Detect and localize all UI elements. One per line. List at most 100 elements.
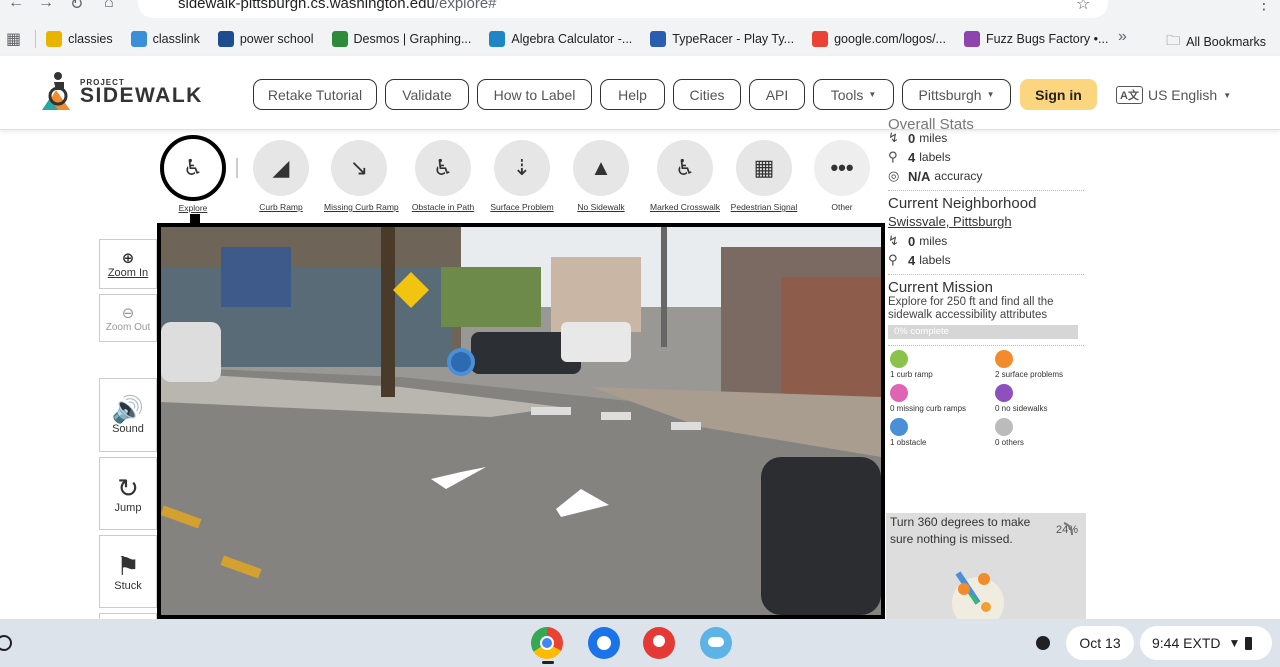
tool-curb-ramp[interactable]: ◢ Curb Ramp xyxy=(246,140,316,212)
jump-button[interactable]: ↻ Jump xyxy=(99,457,157,530)
stuck-button[interactable]: ⚑ Stuck xyxy=(99,535,157,608)
bookmark-label: Fuzz Bugs Factory •... xyxy=(985,32,1109,46)
tool-surface-problem[interactable]: ⇣ Surface Problem xyxy=(487,140,557,212)
speaker-icon: 🔊 xyxy=(111,394,145,424)
chrome-app-icon[interactable] xyxy=(531,627,563,659)
pedestrian-signal-icon: ▦ xyxy=(736,140,792,196)
mission-progress-bar: 0% complete xyxy=(888,325,1078,339)
tool-other[interactable]: ••• Other xyxy=(807,140,877,212)
bookmark-label: Algebra Calculator -... xyxy=(511,32,633,46)
tools-label: Tools xyxy=(830,86,864,103)
neighborhood-name[interactable]: Swissvale, Pittsburgh xyxy=(888,214,1088,229)
status-tray[interactable]: 9:44 EXTD ▼ xyxy=(1140,626,1272,660)
language-selector[interactable]: A文 US English ▼ xyxy=(1116,86,1231,104)
map-pin-icon: ⚲ xyxy=(888,252,898,267)
camera-app-icon[interactable] xyxy=(588,627,620,659)
bookmarks-divider xyxy=(35,30,37,48)
tool-marked-crosswalk[interactable]: ♿ Marked Crosswalk xyxy=(650,140,720,212)
bookmark-label: power school xyxy=(239,32,314,46)
bookmark-item[interactable]: Algebra Calculator -... xyxy=(489,31,632,47)
api-button[interactable]: API xyxy=(749,79,805,110)
stuck-signpost-icon: ⚑ xyxy=(116,550,140,581)
reload-icon[interactable]: ↻ xyxy=(70,0,83,14)
overall-miles-stat: ↯ 0 miles xyxy=(888,130,1088,146)
logo-icon xyxy=(42,72,70,110)
bookmark-favicon-icon xyxy=(489,31,506,47)
count-curb-ramp: 1 curb ramp xyxy=(890,350,933,379)
obstacle-icon: ♿ xyxy=(415,140,471,196)
bookmark-item[interactable]: classlink xyxy=(130,31,200,47)
how-to-label-button[interactable]: How to Label xyxy=(477,79,592,110)
all-bookmarks-label: All Bookmarks xyxy=(1186,35,1266,49)
browser-toolbar: ← → ↻ ⌂ sidewalk-pittsburgh.cs.washingto… xyxy=(0,0,1280,22)
tool-pedestrian-signal-label: Pedestrian Signal xyxy=(730,202,798,212)
obstacle-dot-icon xyxy=(890,418,908,436)
status-dot-icon[interactable] xyxy=(1036,636,1050,650)
help-label: Help xyxy=(618,86,647,103)
bookmark-favicon-icon xyxy=(331,31,348,47)
star-icon[interactable]: ☆ xyxy=(1076,0,1090,14)
paint-app-icon[interactable] xyxy=(643,627,675,659)
tool-no-sidewalk[interactable]: ▲ No Sidewalk xyxy=(566,140,636,212)
bookmark-item[interactable]: Fuzz Bugs Factory •... xyxy=(963,31,1109,47)
no-sidewalk-icon: ▲ xyxy=(573,140,629,196)
tool-pedestrian-signal[interactable]: ▦ Pedestrian Signal xyxy=(729,140,799,212)
surface-problem-dot-icon xyxy=(995,350,1013,368)
marked-crosswalk-icon: ♿ xyxy=(657,140,713,196)
city-dropdown[interactable]: Pittsburgh ▼ xyxy=(902,79,1011,110)
sound-button[interactable]: 🔊 Sound xyxy=(99,378,157,452)
status-panel: Overall Stats ↯ 0 miles ⚲ 4 labels ◎ N/A accur… xyxy=(888,116,1088,460)
cities-button[interactable]: Cities xyxy=(673,79,741,110)
project-sidewalk-logo[interactable]: PROJECT SIDEWALK xyxy=(40,70,203,112)
cities-label: Cities xyxy=(689,86,725,103)
tools-dropdown[interactable]: Tools ▼ xyxy=(813,79,894,110)
all-bookmarks-button[interactable]: 🗀 All Bookmarks xyxy=(1166,30,1266,54)
zoom-in-label: Zoom In xyxy=(107,267,149,279)
weather-app-icon[interactable] xyxy=(700,627,732,659)
sign-in-button[interactable]: Sign in xyxy=(1020,79,1097,110)
tool-obstacle[interactable]: ♿ Obstacle in Path xyxy=(408,140,478,212)
count-surface-problem-text: 2 surface problems xyxy=(995,370,1064,379)
forward-icon[interactable]: → xyxy=(38,0,54,12)
back-icon[interactable]: ← xyxy=(8,0,24,12)
count-missing-curb-ramp: 0 missing curb ramps xyxy=(890,384,966,413)
language-label: US English xyxy=(1147,87,1218,103)
wifi-icon: ▼ xyxy=(1228,636,1241,650)
retake-tutorial-button[interactable]: Retake Tutorial xyxy=(253,79,377,110)
zoom-out-label: Zoom Out xyxy=(105,321,151,333)
date-pill[interactable]: Oct 13 xyxy=(1066,626,1134,660)
overall-accuracy-unit: accuracy xyxy=(934,169,983,183)
bookmark-item[interactable]: Desmos | Graphing... xyxy=(331,31,471,47)
curb-ramp-icon: ◢ xyxy=(253,140,309,196)
bookmark-item[interactable]: power school xyxy=(217,31,314,47)
bookmark-item[interactable]: TypeRacer - Play Ty... xyxy=(650,31,794,47)
overall-labels-unit: labels xyxy=(919,150,951,164)
tool-explore[interactable]: ♿ Explore xyxy=(158,135,228,213)
more-menu-icon[interactable]: ⋮ xyxy=(1256,0,1272,14)
count-others: 0 others xyxy=(995,418,1024,447)
help-button[interactable]: Help xyxy=(600,79,665,110)
bookmark-label: google.com/logos/... xyxy=(834,32,946,46)
city-label: Pittsburgh xyxy=(918,86,982,103)
chevron-right-icon[interactable]: » xyxy=(1118,28,1127,46)
tool-missing-curb-ramp[interactable]: ↘ Missing Curb Ramp xyxy=(324,140,399,212)
zoom-out-button[interactable]: ⊖ Zoom Out xyxy=(99,294,157,342)
time-text: 9:44 EXTD xyxy=(1152,635,1221,651)
street-scene-image xyxy=(161,227,881,615)
tool-obstacle-label: Obstacle in Path xyxy=(411,202,475,212)
validate-button[interactable]: Validate xyxy=(385,79,469,110)
bookmark-item[interactable]: google.com/logos/... xyxy=(812,31,946,47)
count-others-text: 0 others xyxy=(995,438,1024,447)
launcher-icon[interactable] xyxy=(0,635,12,651)
overall-miles-unit: miles xyxy=(919,131,948,145)
street-view-panorama[interactable] xyxy=(157,223,885,619)
home-icon[interactable]: ⌂ xyxy=(104,0,114,12)
tool-missing-curb-ramp-label: Missing Curb Ramp xyxy=(324,202,399,212)
apps-icon[interactable]: ▦ xyxy=(6,29,21,49)
bookmark-item[interactable]: classies xyxy=(46,31,113,47)
url-text[interactable]: sidewalk-pittsburgh.cs.washington.edu/ex… xyxy=(178,0,497,12)
map-pin-icon: ⚲ xyxy=(888,149,898,164)
route-icon: ↯ xyxy=(888,130,899,145)
translate-icon: A文 xyxy=(1116,86,1143,104)
zoom-in-button[interactable]: ⊕ Zoom In xyxy=(99,239,157,289)
